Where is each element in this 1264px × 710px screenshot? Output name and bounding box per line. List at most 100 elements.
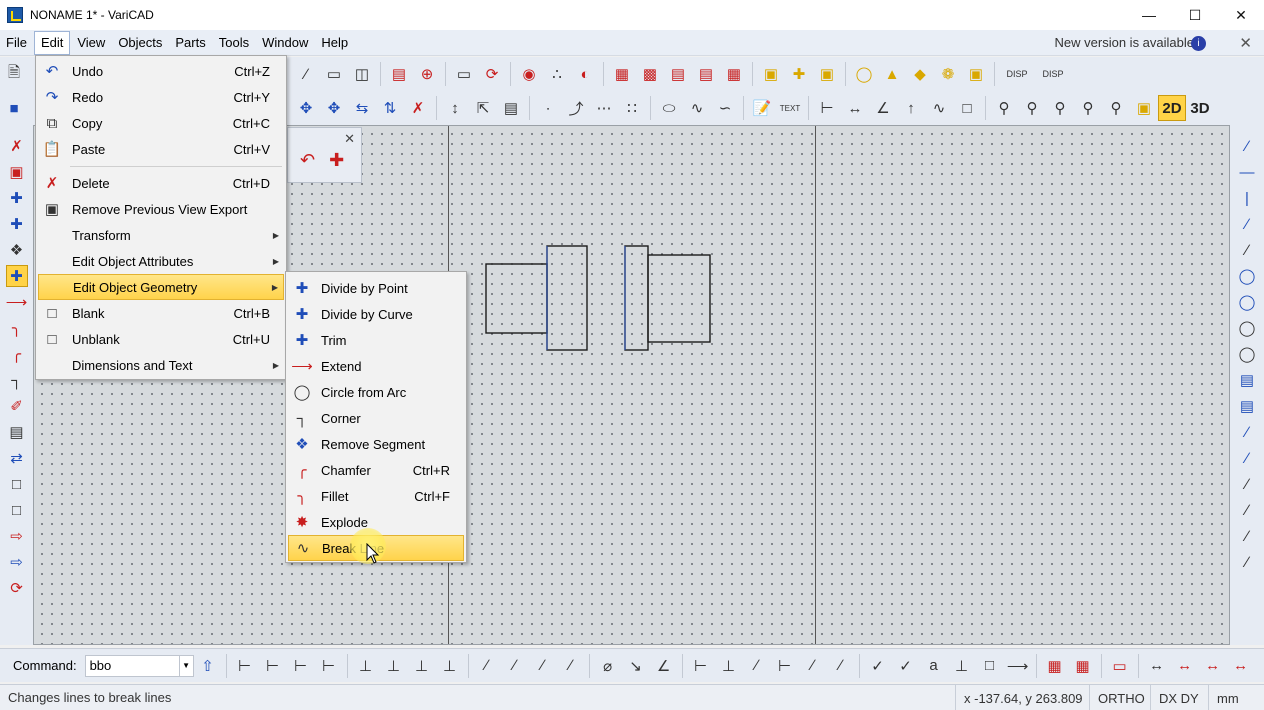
menu-item-extend[interactable]: ⟶ Extend — [288, 353, 464, 379]
dim-edit-icon[interactable]: □ — [956, 97, 978, 119]
corner-icon-left[interactable]: ┐ — [6, 369, 28, 391]
menu-file[interactable]: File — [0, 32, 33, 54]
view-2d-button[interactable]: 2D — [1158, 95, 1186, 121]
frame-icon[interactable]: ▭ — [1109, 655, 1131, 677]
remove-export-icon-left[interactable]: ▣ — [6, 161, 28, 183]
menu-item-unblank[interactable]: □ Unblank Ctrl+U — [38, 326, 284, 352]
maximize-button[interactable]: ☐ — [1172, 0, 1218, 30]
shaft-icon[interactable]: ◫ — [351, 63, 373, 85]
dim-vertical-icon[interactable]: ↑ — [900, 97, 922, 119]
move-copy-icon[interactable]: ✥ — [323, 97, 345, 119]
line-angle-icon[interactable]: ∕ — [1236, 135, 1258, 157]
scale-3-icon[interactable]: ↔ — [1202, 655, 1224, 677]
tolerance-2-icon[interactable]: ✓ — [895, 655, 917, 677]
hatch-box-icon[interactable]: ▩ — [639, 63, 661, 85]
radius-icon[interactable]: ↘ — [625, 655, 647, 677]
parallel-diag-2-icon[interactable]: ∕ — [1236, 447, 1258, 469]
menu-window[interactable]: Window — [256, 32, 314, 54]
menu-item-divide-by-point[interactable]: ✚ Divide by Point — [288, 275, 464, 301]
menu-item-undo[interactable]: ↶ Undo Ctrl+Z — [38, 58, 284, 84]
point-icon[interactable]: ∙ — [537, 97, 559, 119]
transform-icon[interactable]: ↕ — [444, 97, 466, 119]
arrow-blue-icon-left[interactable]: ⇨ — [6, 551, 28, 573]
tolerance-1-icon[interactable]: ✓ — [867, 655, 889, 677]
stretch-icon-left[interactable]: ⇄ — [6, 447, 28, 469]
menu-item-blank[interactable]: □ Blank Ctrl+B — [38, 300, 284, 326]
dim-ord-5-icon[interactable]: ∕ — [802, 655, 824, 677]
scale-icon[interactable]: ⇱ — [472, 97, 494, 119]
ladder-alt-icon[interactable]: ▤ — [1236, 395, 1258, 417]
display-1-icon[interactable]: DISP — [1002, 63, 1032, 85]
grid-icon[interactable]: ▦ — [723, 63, 745, 85]
parallel-diag-icon[interactable]: ∕ — [1236, 421, 1258, 443]
ellipse-icon[interactable]: ⬭ — [658, 97, 680, 119]
menu-item-transform[interactable]: Transform ▶ — [38, 222, 284, 248]
cone-icon[interactable]: ▲ — [881, 63, 903, 85]
dot-cluster-icon[interactable]: ∷ — [621, 97, 643, 119]
line-vertical-icon[interactable]: | — [1236, 187, 1258, 209]
zoom-all-icon[interactable]: ⚲ — [1049, 97, 1071, 119]
dots-line-icon[interactable]: ⋯ — [593, 97, 615, 119]
circle-tangent-icon[interactable]: ◯ — [1236, 291, 1258, 313]
close-panel-icon[interactable]: ✕ — [344, 131, 355, 147]
info-icon[interactable]: i — [1191, 36, 1206, 51]
hatch-icon[interactable]: ▦ — [611, 63, 633, 85]
rectangle-icon[interactable]: ▭ — [323, 63, 345, 85]
menu-tools[interactable]: Tools — [213, 32, 255, 54]
chamfer-icon-left[interactable]: ╭ — [6, 343, 28, 365]
menu-parts[interactable]: Parts — [169, 32, 211, 54]
solid-box-icon[interactable]: ▣ — [760, 63, 782, 85]
zoom-out-icon[interactable]: ⚲ — [1021, 97, 1043, 119]
line-horizontal-icon[interactable]: — — [1236, 161, 1258, 183]
dim-a-3-icon[interactable]: ∕ — [532, 655, 554, 677]
command-submit-icon[interactable]: ⇧ — [197, 655, 219, 677]
dim-a-1-icon[interactable]: ∕ — [476, 655, 498, 677]
new-version-notice[interactable]: New version is available — [1055, 35, 1194, 50]
angle-dim-icon[interactable]: ∠ — [653, 655, 675, 677]
extend-icon-left[interactable]: ⟶ — [6, 291, 28, 313]
crosshair-icon[interactable]: ⊕ — [416, 63, 438, 85]
menu-help[interactable]: Help — [315, 32, 354, 54]
dim-ord-2-icon[interactable]: ⊥ — [718, 655, 740, 677]
dim-h-4-icon[interactable]: ⊢ — [318, 655, 340, 677]
hatch-icon-left[interactable]: ▤ — [6, 421, 28, 443]
undo-red-icon[interactable]: ↶ — [300, 150, 315, 171]
solid-add-icon[interactable]: ✚ — [788, 63, 810, 85]
line-diagonal-icon[interactable]: ∕ — [1236, 213, 1258, 235]
scale-1-icon[interactable]: ↔ — [1146, 655, 1168, 677]
stairs-icon[interactable]: ▤ — [667, 63, 689, 85]
menu-item-divide-by-curve[interactable]: ✚ Divide by Curve — [288, 301, 464, 327]
refresh-shape-icon[interactable]: ⟳ — [481, 63, 503, 85]
menu-item-dimensions-text[interactable]: Dimensions and Text ▶ — [38, 352, 284, 378]
circle-center-icon[interactable]: ◉ — [518, 63, 540, 85]
menu-item-trim[interactable]: ✚ Trim — [288, 327, 464, 353]
menu-item-paste[interactable]: 📋 Paste Ctrl+V — [38, 136, 284, 162]
rotate-red-icon-left[interactable]: ⟳ — [6, 577, 28, 599]
unblank-icon-left[interactable]: □ — [6, 499, 28, 521]
dim-a-4-icon[interactable]: ∕ — [560, 655, 582, 677]
divide-curve-icon-left[interactable]: ✚ — [6, 213, 28, 235]
dim-ord-4-icon[interactable]: ⊢ — [774, 655, 796, 677]
menu-item-corner[interactable]: ┐ Corner — [288, 405, 464, 431]
dim-ord-1-icon[interactable]: ⊢ — [690, 655, 712, 677]
tangent-line-icon[interactable]: ∕ — [1236, 525, 1258, 547]
arrow-line-icon[interactable]: ⟶ — [1007, 655, 1029, 677]
dim-ord-3-icon[interactable]: ∕ — [746, 655, 768, 677]
cylinder-icon[interactable]: ◯ — [853, 63, 875, 85]
zoom-previous-icon[interactable]: ⚲ — [1077, 97, 1099, 119]
active-tool-icon-left[interactable]: ✚ — [5, 265, 28, 287]
note-icon[interactable]: 📝 — [751, 97, 773, 119]
scale-2-icon[interactable]: ↔ — [1174, 655, 1196, 677]
rounded-rect-icon[interactable]: ▭ — [453, 63, 475, 85]
divide-point-icon-left[interactable]: ✚ — [6, 187, 28, 209]
prism-icon[interactable]: ◆ — [909, 63, 931, 85]
mirror-icon[interactable]: ⇅ — [379, 97, 401, 119]
break-tool-icon[interactable]: ∽ — [714, 97, 736, 119]
display-2-icon[interactable]: DISP — [1038, 63, 1068, 85]
minimize-button[interactable]: — — [1126, 0, 1172, 30]
offset-2b-icon[interactable]: ∕ — [1236, 499, 1258, 521]
bend-icon[interactable]: ❁ — [937, 63, 959, 85]
crosshatch-rect-icon[interactable]: ▤ — [388, 63, 410, 85]
menu-item-remove-export[interactable]: ▣ Remove Previous View Export — [38, 196, 284, 222]
menu-view[interactable]: View — [71, 32, 111, 54]
